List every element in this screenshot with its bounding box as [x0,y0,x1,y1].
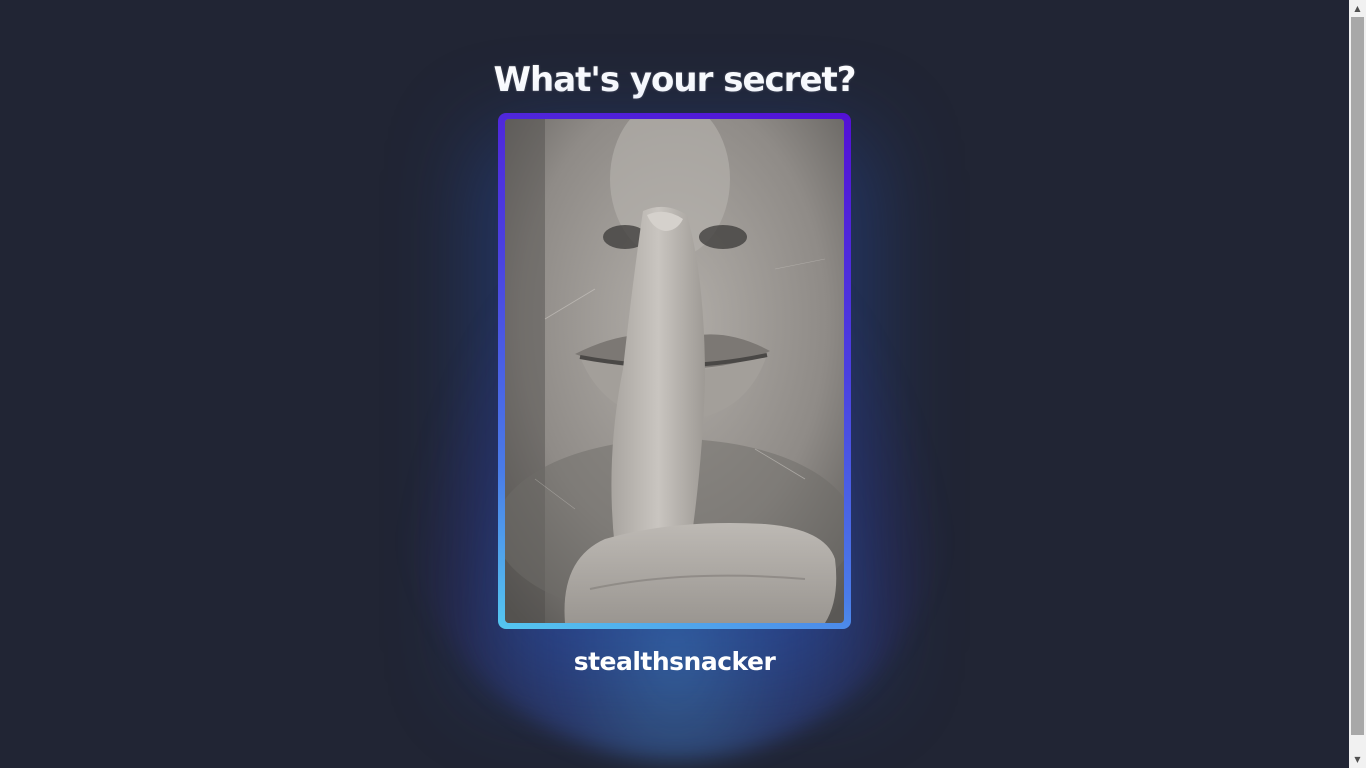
secret-card[interactable] [498,113,851,629]
page-title: What's your secret? [493,60,857,100]
scroll-up-icon[interactable]: ▲ [1349,0,1366,17]
username: stealthsnacker [573,647,776,676]
vertical-scrollbar[interactable]: ▲ ▼ [1349,0,1366,768]
scroll-thumb[interactable] [1351,17,1364,735]
scroll-down-icon[interactable]: ▼ [1349,751,1366,768]
page: What's your secret? stealthsnacker [0,0,1349,768]
shush-photo [505,119,844,623]
